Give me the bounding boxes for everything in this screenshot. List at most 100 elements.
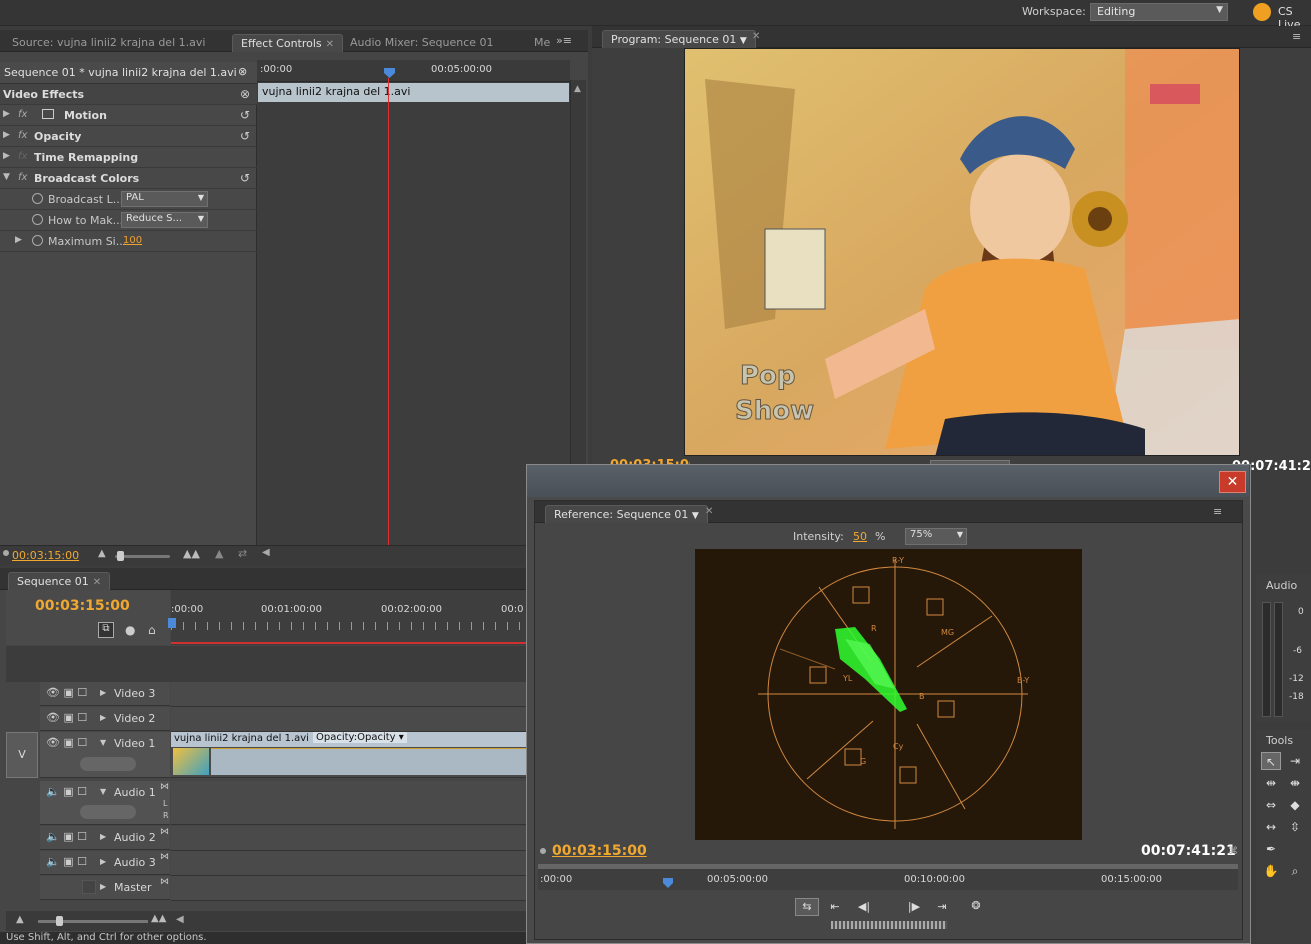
expand-triangle-icon[interactable]: ▶	[100, 882, 106, 891]
razor-tool-icon[interactable]: ◆	[1285, 796, 1305, 814]
track-video-1[interactable]: 👁 ▣ ☐ ▼ Video 1	[40, 732, 170, 778]
stopwatch-icon[interactable]	[32, 214, 43, 225]
tab-source[interactable]: Source: vujna linii2 krajna del 1.avi	[4, 34, 213, 52]
track-lane-video-1[interactable]: vujna linii2 krajna del 1.avi Opacity:Op…	[171, 732, 526, 778]
jog-shuttle[interactable]	[831, 921, 947, 929]
effect-opacity[interactable]: ▶ fx Opacity ↺	[0, 126, 257, 147]
track-lane-audio-1[interactable]	[171, 781, 526, 825]
track-select-tool-icon[interactable]: ⇥	[1285, 752, 1305, 770]
track-toggle-icons[interactable]: 👁 ▣ ☐	[46, 736, 87, 749]
zoom-level-select[interactable]: 75% ▼	[905, 528, 967, 545]
panel-menu-icon[interactable]: ≡	[1292, 30, 1301, 43]
master-toggle-icon[interactable]	[82, 880, 96, 894]
pen-tool-icon[interactable]: ✒	[1261, 840, 1281, 858]
tab-reference[interactable]: Reference: Sequence 01 ▼	[545, 505, 708, 523]
tab-sequence[interactable]: Sequence 01 ✕	[8, 572, 111, 590]
expand-triangle-icon[interactable]: ▶	[3, 130, 10, 140]
slide-tool-icon[interactable]: ⇳	[1285, 818, 1305, 836]
close-icon[interactable]: ✕	[705, 506, 713, 517]
effect-broadcast-colors[interactable]: ▼ fx Broadcast Colors ↺	[0, 168, 257, 189]
track-toggle-icons[interactable]: 👁 ▣ ☐	[46, 711, 87, 724]
reset-icon[interactable]: ↺	[240, 171, 250, 185]
ripple-edit-tool-icon[interactable]: ⇹	[1261, 774, 1281, 792]
ruler-scrollbar[interactable]	[538, 864, 1238, 869]
transform-icon[interactable]	[42, 109, 54, 119]
sequence-timecode[interactable]: 00:03:15:00	[35, 598, 130, 614]
tab-audio-mixer[interactable]: Audio Mixer: Sequence 01	[342, 34, 502, 52]
expand-triangle-icon[interactable]: ▶	[100, 688, 106, 697]
fx-icon[interactable]: fx	[18, 172, 27, 183]
playhead-handle-icon[interactable]	[663, 878, 673, 888]
keyframe-nav[interactable]	[80, 805, 136, 819]
track-audio-1[interactable]: 🔈 ▣ ☐ ▼ Audio 1 ⋈ L R	[40, 781, 170, 825]
track-toggle-icons[interactable]: 🔈 ▣ ☐	[46, 785, 87, 798]
video-clip[interactable]: vujna linii2 krajna del 1.avi Opacity:Op…	[171, 732, 526, 747]
scroll-left-icon[interactable]: ◀	[262, 547, 270, 558]
ec-time-ruler[interactable]: :00:00 00:05:00:00	[257, 60, 570, 82]
timeline-ruler[interactable]: :00:00 00:01:00:00 00:02:00:00 00:0	[168, 590, 526, 645]
intensity-value[interactable]: 50	[853, 530, 867, 543]
playhead-handle-icon[interactable]	[168, 618, 176, 628]
zoom-slider-track[interactable]	[38, 920, 148, 923]
set-marker-icon[interactable]: ⌂	[148, 623, 156, 637]
track-lane-audio-2[interactable]	[171, 826, 526, 851]
clip-body[interactable]	[211, 748, 526, 775]
zoom-in-icon[interactable]: ▲▲	[151, 913, 166, 924]
zoom-tool-icon[interactable]: ⌕	[1285, 862, 1305, 880]
track-lane-audio-3[interactable]	[171, 851, 526, 876]
make-safe-method-select[interactable]: Reduce S... ▼	[121, 212, 208, 228]
track-audio-3[interactable]: 🔈 ▣ ☐ ▶ Audio 3 ⋈	[40, 851, 170, 875]
expand-triangle-icon[interactable]: ▶	[15, 235, 22, 245]
snap-icon[interactable]: ⧉	[98, 622, 114, 638]
close-icon[interactable]: ✕	[326, 39, 334, 50]
slip-tool-icon[interactable]: ↔	[1261, 818, 1281, 836]
program-video-frame[interactable]: Pop Show	[684, 48, 1240, 456]
tab-metadata[interactable]: Me	[526, 34, 558, 52]
track-toggle-icons[interactable]: 🔈 ▣ ☐	[46, 855, 87, 868]
window-titlebar[interactable]	[527, 465, 1249, 497]
ripple-icon[interactable]: ▲	[215, 547, 223, 560]
tab-effect-controls[interactable]: Effect Controls ✕	[232, 34, 344, 52]
track-video-2[interactable]: 👁 ▣ ☐ ▶ Video 2	[40, 707, 170, 731]
collapse-icon[interactable]: ⊗	[240, 87, 250, 101]
expand-triangle-icon[interactable]: ▶	[100, 832, 106, 841]
track-video-3[interactable]: 👁 ▣ ☐ ▶ Video 3	[40, 682, 170, 706]
track-toggle-icons[interactable]: 🔈 ▣ ☐	[46, 830, 87, 843]
step-back-button[interactable]: ◀|	[854, 900, 874, 913]
marker-icon[interactable]: ●	[125, 623, 135, 637]
fx-icon[interactable]: fx	[18, 109, 27, 120]
ec-clip-bar[interactable]: vujna linii2 krajna del 1.avi	[258, 83, 569, 102]
track-lane-video-2[interactable]	[171, 707, 526, 732]
zoom-slider-handle[interactable]	[56, 916, 63, 926]
window-close-button[interactable]: ✕	[1219, 471, 1246, 493]
ec-timecode[interactable]: 00:03:15:00	[12, 549, 79, 562]
track-toggle-icons[interactable]: 👁 ▣ ☐	[46, 686, 87, 699]
zoom-out-icon[interactable]: ▲	[16, 914, 24, 925]
hand-tool-icon[interactable]: ✋	[1261, 862, 1281, 880]
track-master[interactable]: ▶ Master ⋈	[40, 876, 170, 900]
go-to-next-edit-button[interactable]: ⇥	[932, 900, 952, 913]
expand-triangle-icon[interactable]: ▶	[100, 857, 106, 866]
zoom-in-icon[interactable]: ▲▲	[183, 547, 200, 560]
panel-menu-icon[interactable]: »≡	[556, 34, 572, 47]
tab-program[interactable]: Program: Sequence 01 ▼	[602, 30, 756, 48]
fx-icon[interactable]: fx	[18, 130, 27, 141]
rolling-edit-tool-icon[interactable]: ⇼	[1285, 774, 1305, 792]
reference-current-timecode[interactable]: 00:03:15:00	[552, 843, 647, 859]
effect-time-remapping[interactable]: ▶ fx Time Remapping	[0, 147, 257, 168]
expand-triangle-icon[interactable]: ▶	[3, 109, 10, 119]
reset-icon[interactable]: ↺	[240, 129, 250, 143]
expand-triangle-icon[interactable]: ▶	[100, 713, 106, 722]
loop-icon[interactable]: ⇄	[238, 547, 247, 560]
expand-triangle-icon[interactable]: ▶	[3, 151, 10, 161]
clip-opacity-menu[interactable]: Opacity:Opacity ▾	[313, 732, 407, 743]
output-icon[interactable]: ❂	[966, 899, 986, 912]
cs-live-icon[interactable]	[1253, 3, 1271, 21]
track-lane-video-3[interactable]	[171, 682, 526, 707]
zoom-out-icon[interactable]: ▲	[98, 548, 106, 559]
scroll-up-icon[interactable]: ▲	[574, 84, 581, 94]
show-timeline-icon[interactable]: ⊗	[238, 65, 247, 78]
track-target-v[interactable]: V	[6, 732, 38, 778]
work-area-bar[interactable]	[171, 642, 526, 644]
stopwatch-icon[interactable]	[32, 193, 43, 204]
